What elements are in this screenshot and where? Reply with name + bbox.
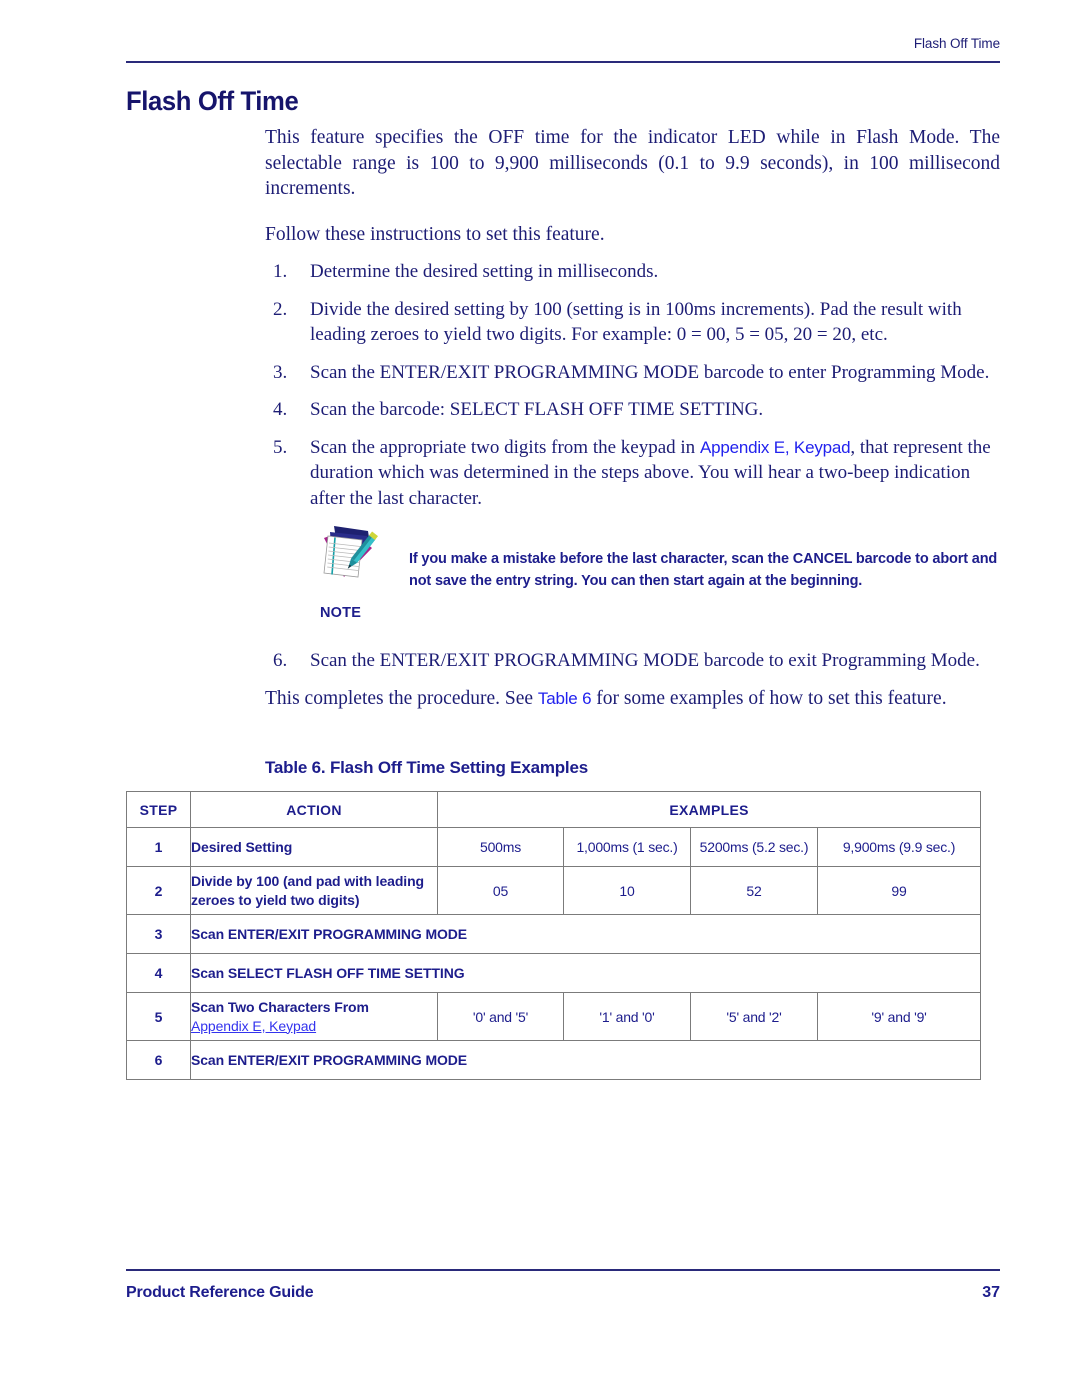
step-number: 6. — [273, 650, 288, 671]
appendix-e-keypad-link[interactable]: Appendix E, Keypad — [700, 438, 851, 457]
cell-action: Desired Setting — [190, 827, 438, 867]
step-item-3: 3. Scan the ENTER/EXIT PROGRAMMING MODE b… — [265, 360, 1000, 386]
intro-paragraph-1: This feature specifies the OFF time for … — [265, 127, 1000, 199]
body-column: This feature specifies the OFF time for … — [265, 125, 1000, 523]
header-rule — [126, 61, 1000, 63]
closing-text-before: This completes the procedure. See — [265, 687, 538, 709]
column-header-examples: EXAMPLES — [436, 791, 982, 828]
cell-action-with-link: Scan Two Characters From Appendix E, Keyp… — [190, 992, 438, 1041]
cell-example-1: '0' and '5' — [437, 992, 564, 1041]
cell-step: 1 — [126, 827, 191, 867]
cell-step: 5 — [126, 992, 191, 1041]
intro-paragraph-2: Follow these instructions to set this fe… — [265, 223, 605, 245]
table-6-link[interactable]: Table 6 — [538, 689, 592, 708]
step-item-2: 2. Divide the desired setting by 100 (set… — [265, 297, 1000, 348]
cell-example-3: 5200ms (5.2 sec.) — [690, 827, 818, 867]
cell-action-label: Scan Two Characters From — [191, 998, 369, 1015]
appendix-e-keypad-link-table[interactable]: Appendix E, Keypad — [191, 1017, 437, 1036]
step-number: 2. — [273, 298, 288, 320]
cell-example-1: 05 — [437, 866, 564, 915]
cell-action: Scan ENTER/EXIT PROGRAMMING MODE — [189, 1040, 982, 1080]
step-text: Scan the ENTER/EXIT PROGRAMMING MODE bar… — [310, 361, 990, 383]
step-number: 3. — [273, 361, 288, 383]
cell-example-4: 99 — [816, 866, 982, 915]
table-row: 2 Divide by 100 (and pad with leading ze… — [126, 866, 982, 915]
footer-rule — [126, 1269, 1000, 1271]
cell-example-2: 1,000ms (1 sec.) — [563, 827, 691, 867]
cell-example-1: 500ms — [437, 827, 564, 867]
table-caption: Table 6. Flash Off Time Setting Examples — [265, 758, 588, 777]
cell-action: Divide by 100 (and pad with leading zero… — [190, 866, 438, 915]
step-item-4: 4. Scan the barcode: SELECT FLASH OFF TIM… — [265, 397, 1000, 423]
cell-example-2: '1' and '0' — [563, 992, 691, 1041]
step-text: Scan the barcode: SELECT FLASH OFF TIME … — [310, 399, 764, 420]
document-page: Flash Off Time Flash Off Time This featu… — [0, 0, 1080, 1397]
step-item-5: 5. Scan the appropriate two digits from t… — [265, 435, 1000, 512]
cell-example-4: 9,900ms (9.9 sec.) — [816, 827, 982, 867]
notepad-pen-icon — [323, 526, 378, 578]
step-number: 1. — [273, 261, 288, 282]
closing-text-after: for some examples of how to set this fea… — [591, 687, 947, 709]
body-column-lower: 6. Scan the ENTER/EXIT PROGRAMMING MODE b… — [265, 648, 1000, 711]
running-header: Flash Off Time — [913, 36, 1000, 51]
cell-step: 3 — [126, 914, 191, 954]
step-number: 5. — [273, 436, 288, 458]
note-label: NOTE — [320, 605, 362, 621]
table-row: 4 Scan SELECT FLASH OFF TIME SETTING — [126, 953, 982, 993]
step-text: Determine the desired setting in millise… — [310, 261, 659, 282]
cell-example-2: 10 — [563, 866, 691, 915]
closing-paragraph: This completes the procedure. See Table … — [265, 686, 1000, 712]
table-row: 5 Scan Two Characters From Appendix E, Ke… — [126, 992, 982, 1041]
cell-step: 4 — [126, 953, 191, 993]
table-row: 3 Scan ENTER/EXIT PROGRAMMING MODE — [126, 914, 982, 954]
note-text: If you make a mistake before the last ch… — [409, 551, 998, 589]
table-row: 6 Scan ENTER/EXIT PROGRAMMING MODE — [126, 1040, 982, 1080]
table-header-row: STEP ACTION EXAMPLES — [126, 791, 982, 828]
flash-off-time-examples-table: STEP ACTION EXAMPLES 1 Desired Setting 5… — [126, 791, 982, 1080]
instruction-steps-continued: 6. Scan the ENTER/EXIT PROGRAMMING MODE b… — [265, 648, 1000, 674]
cell-action: Scan SELECT FLASH OFF TIME SETTING — [189, 953, 982, 993]
step-text: Divide the desired setting by 100 (setti… — [310, 298, 962, 346]
step-item-6: 6. Scan the ENTER/EXIT PROGRAMMING MODE b… — [265, 648, 1000, 674]
cell-step: 2 — [126, 866, 191, 915]
footer-page-number: 37 — [982, 1284, 1000, 1301]
step-text-before: Scan the appropriate two digits from the… — [310, 436, 700, 458]
column-header-step: STEP — [126, 791, 191, 828]
page-title: Flash Off Time — [126, 86, 299, 116]
cell-example-4: '9' and '9' — [816, 992, 982, 1041]
cell-example-3: '5' and '2' — [690, 992, 818, 1041]
step-number: 4. — [273, 399, 288, 420]
cell-action: Scan ENTER/EXIT PROGRAMMING MODE — [189, 914, 982, 954]
table-row: 1 Desired Setting 500ms 1,000ms (1 sec.)… — [126, 827, 982, 867]
cell-example-3: 52 — [690, 866, 818, 915]
column-header-action: ACTION — [190, 791, 438, 828]
cell-step: 6 — [126, 1040, 191, 1080]
instruction-steps: 1. Determine the desired setting in milli… — [265, 259, 1000, 511]
step-text: Scan the ENTER/EXIT PROGRAMMING MODE bar… — [310, 650, 980, 671]
step-item-1: 1. Determine the desired setting in milli… — [265, 259, 1000, 285]
